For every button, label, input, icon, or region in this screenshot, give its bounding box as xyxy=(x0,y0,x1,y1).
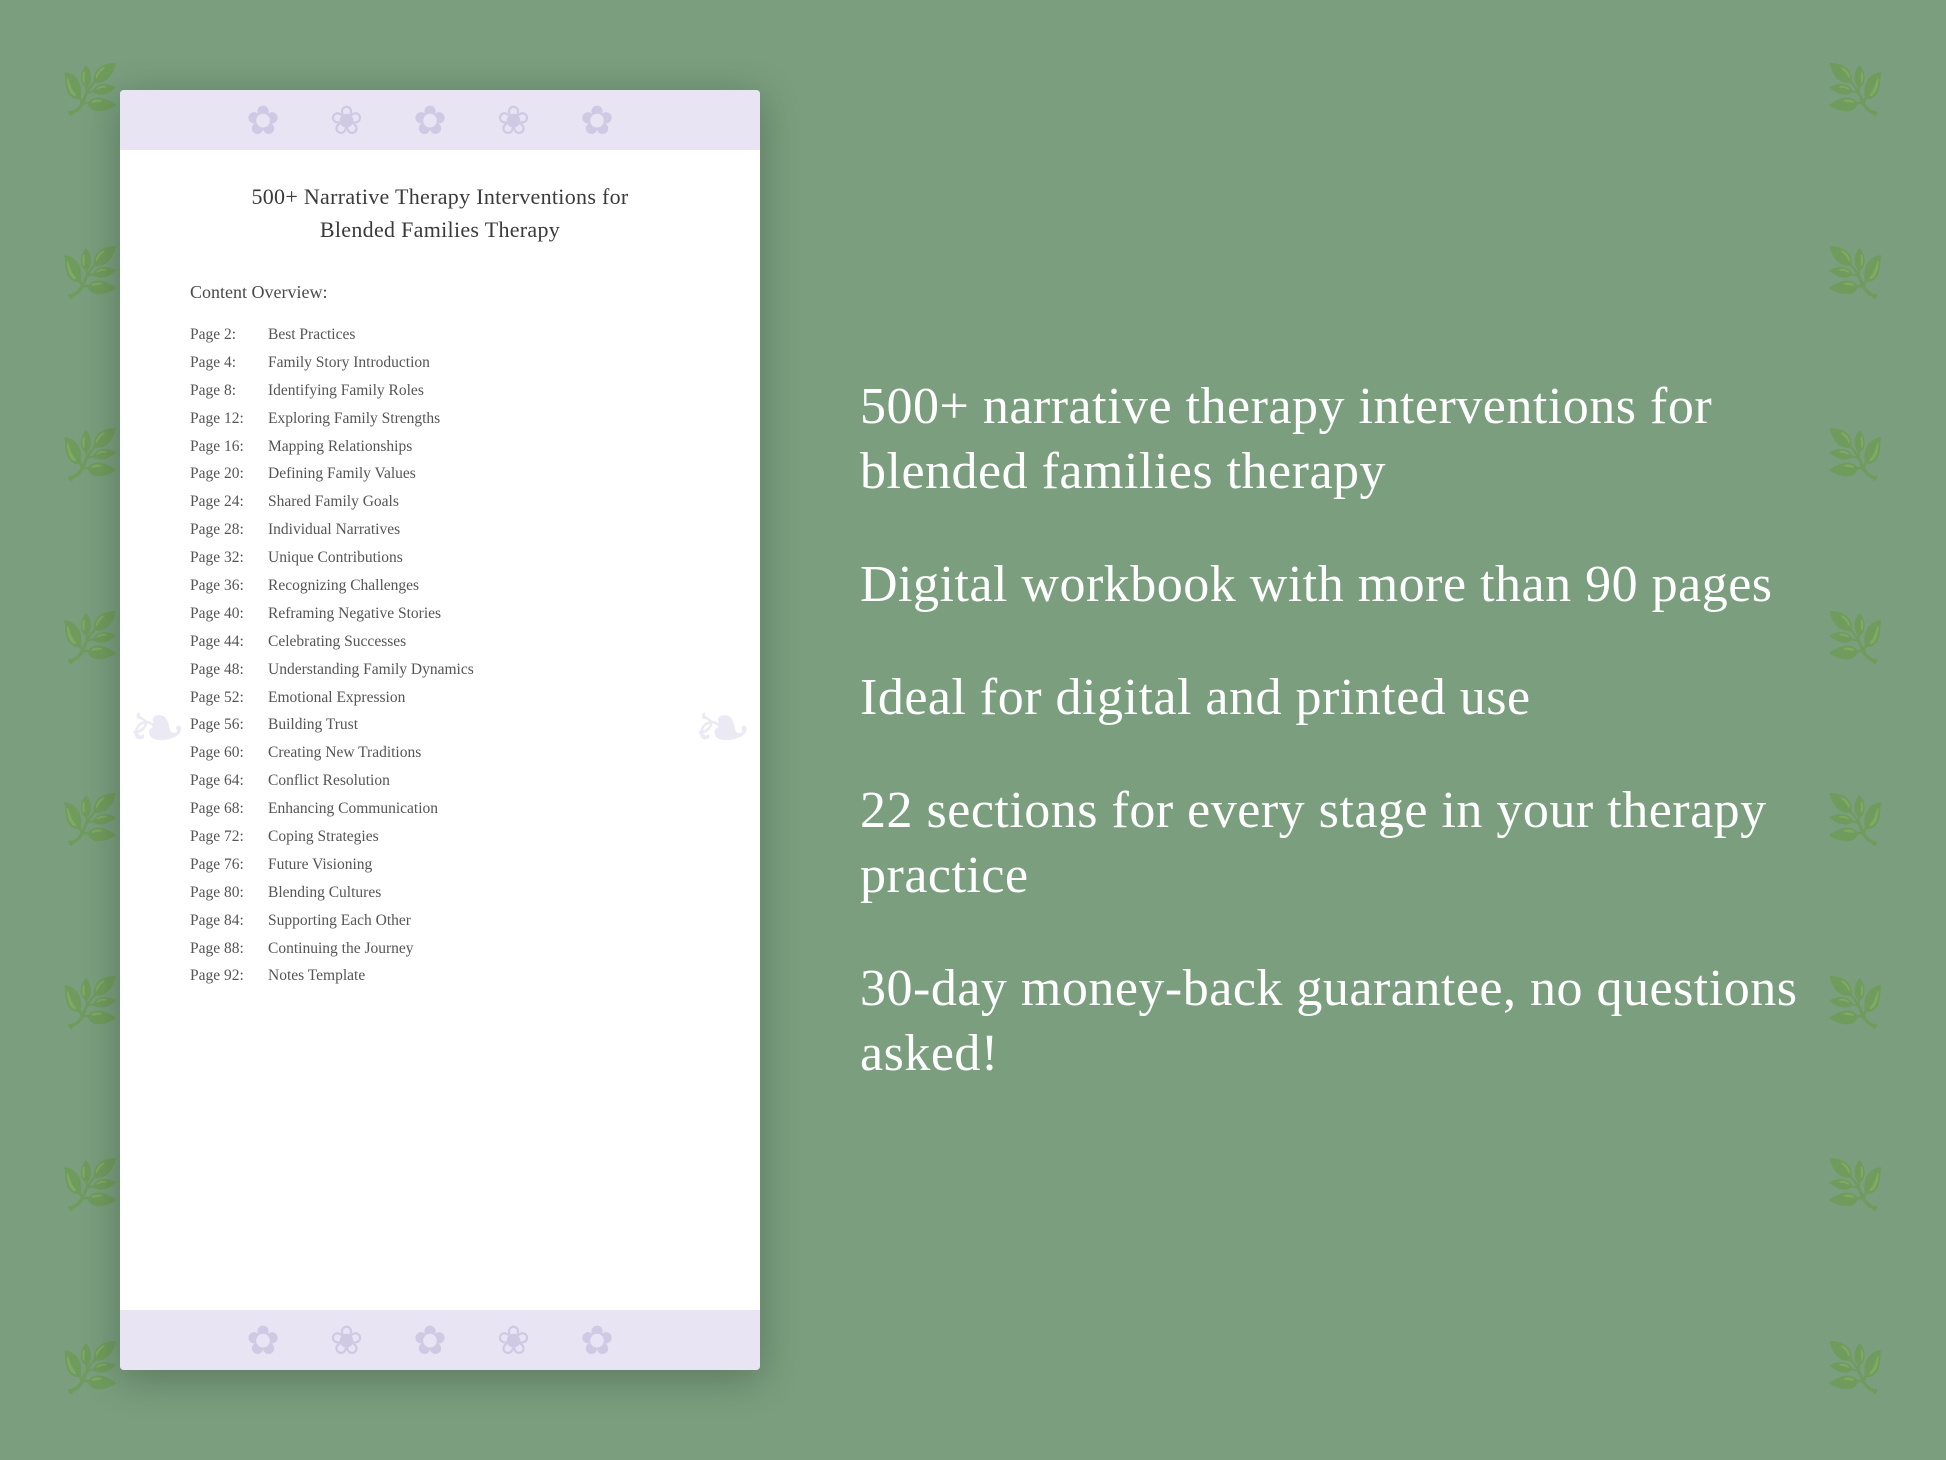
toc-section-title: Mapping Relationships xyxy=(268,433,412,461)
table-of-contents: Page 2: Best Practices Page 4: Family St… xyxy=(190,321,690,990)
main-content: ✿ ❀ ✿ ❀ ✿ ❧ ❧ 500+ Narrative Therapy Int… xyxy=(0,0,1946,1460)
table-of-contents-item: Page 48: Understanding Family Dynamics xyxy=(190,656,690,684)
toc-page-number: Page 24: xyxy=(190,488,262,516)
document-left-decoration: ❧ xyxy=(128,695,187,765)
table-of-contents-item: Page 12: Exploring Family Strengths xyxy=(190,405,690,433)
toc-section-title: Defining Family Values xyxy=(268,460,416,488)
toc-page-number: Page 36: xyxy=(190,572,262,600)
toc-section-title: Family Story Introduction xyxy=(268,349,430,377)
table-of-contents-item: Page 68: Enhancing Communication xyxy=(190,795,690,823)
table-of-contents-item: Page 40: Reframing Negative Stories xyxy=(190,600,690,628)
document-preview: ✿ ❀ ✿ ❀ ✿ ❧ ❧ 500+ Narrative Therapy Int… xyxy=(120,90,760,1370)
toc-section-title: Celebrating Successes xyxy=(268,628,406,656)
feature-item-3: Ideal for digital and printed use xyxy=(860,665,1826,730)
features-panel: 500+ narrative therapy interventions for… xyxy=(840,374,1826,1086)
toc-page-number: Page 4: xyxy=(190,349,262,377)
table-of-contents-item: Page 36: Recognizing Challenges xyxy=(190,572,690,600)
toc-page-number: Page 40: xyxy=(190,600,262,628)
toc-page-number: Page 56: xyxy=(190,711,262,739)
toc-section-title: Future Visioning xyxy=(268,851,372,879)
toc-page-number: Page 48: xyxy=(190,656,262,684)
table-of-contents-item: Page 72: Coping Strategies xyxy=(190,823,690,851)
table-of-contents-item: Page 84: Supporting Each Other xyxy=(190,907,690,935)
document-title-line1: 500+ Narrative Therapy Interventions for xyxy=(251,184,628,209)
table-of-contents-item: Page 8: Identifying Family Roles xyxy=(190,377,690,405)
table-of-contents-item: Page 2: Best Practices xyxy=(190,321,690,349)
toc-section-title: Creating New Traditions xyxy=(268,739,421,767)
table-of-contents-item: Page 52: Emotional Expression xyxy=(190,684,690,712)
toc-page-number: Page 28: xyxy=(190,516,262,544)
toc-page-number: Page 72: xyxy=(190,823,262,851)
toc-page-number: Page 84: xyxy=(190,907,262,935)
toc-page-number: Page 8: xyxy=(190,377,262,405)
toc-page-number: Page 68: xyxy=(190,795,262,823)
table-of-contents-item: Page 76: Future Visioning xyxy=(190,851,690,879)
table-of-contents-item: Page 32: Unique Contributions xyxy=(190,544,690,572)
toc-section-title: Reframing Negative Stories xyxy=(268,600,441,628)
table-of-contents-item: Page 88: Continuing the Journey xyxy=(190,935,690,963)
table-of-contents-item: Page 4: Family Story Introduction xyxy=(190,349,690,377)
mandala-bottom-decoration: ✿ ❀ ✿ ❀ ✿ xyxy=(246,1317,634,1364)
table-of-contents-item: Page 60: Creating New Traditions xyxy=(190,739,690,767)
toc-section-title: Blending Cultures xyxy=(268,879,381,907)
toc-page-number: Page 44: xyxy=(190,628,262,656)
toc-page-number: Page 12: xyxy=(190,405,262,433)
toc-section-title: Identifying Family Roles xyxy=(268,377,424,405)
toc-page-number: Page 80: xyxy=(190,879,262,907)
toc-section-title: Exploring Family Strengths xyxy=(268,405,440,433)
toc-section-title: Shared Family Goals xyxy=(268,488,399,516)
feature-item-4: 22 sections for every stage in your ther… xyxy=(860,778,1826,908)
toc-page-number: Page 64: xyxy=(190,767,262,795)
toc-section-title: Building Trust xyxy=(268,711,358,739)
toc-section-title: Individual Narratives xyxy=(268,516,400,544)
toc-section-title: Continuing the Journey xyxy=(268,935,414,963)
toc-page-number: Page 2: xyxy=(190,321,262,349)
document-bottom-border: ✿ ❀ ✿ ❀ ✿ xyxy=(120,1310,760,1370)
toc-page-number: Page 20: xyxy=(190,460,262,488)
toc-section-title: Notes Template xyxy=(268,962,365,990)
toc-section-title: Recognizing Challenges xyxy=(268,572,419,600)
document-top-border: ✿ ❀ ✿ ❀ ✿ xyxy=(120,90,760,150)
toc-section-title: Conflict Resolution xyxy=(268,767,390,795)
toc-page-number: Page 88: xyxy=(190,935,262,963)
table-of-contents-item: Page 64: Conflict Resolution xyxy=(190,767,690,795)
document-right-decoration: ❧ xyxy=(693,695,752,765)
table-of-contents-item: Page 80: Blending Cultures xyxy=(190,879,690,907)
table-of-contents-item: Page 28: Individual Narratives xyxy=(190,516,690,544)
table-of-contents-item: Page 56: Building Trust xyxy=(190,711,690,739)
table-of-contents-item: Page 44: Celebrating Successes xyxy=(190,628,690,656)
toc-section-title: Supporting Each Other xyxy=(268,907,411,935)
table-of-contents-item: Page 92: Notes Template xyxy=(190,962,690,990)
toc-section-title: Coping Strategies xyxy=(268,823,379,851)
toc-page-number: Page 76: xyxy=(190,851,262,879)
document-title-line2: Blended Families Therapy xyxy=(320,217,560,242)
toc-page-number: Page 60: xyxy=(190,739,262,767)
document-title: 500+ Narrative Therapy Interventions for… xyxy=(190,180,690,246)
feature-item-5: 30-day money-back guarantee, no question… xyxy=(860,956,1826,1086)
toc-section-title: Best Practices xyxy=(268,321,355,349)
toc-section-title: Emotional Expression xyxy=(268,684,405,712)
table-of-contents-item: Page 16: Mapping Relationships xyxy=(190,433,690,461)
toc-page-number: Page 92: xyxy=(190,962,262,990)
content-overview-label: Content Overview: xyxy=(190,282,690,303)
feature-item-2: Digital workbook with more than 90 pages xyxy=(860,552,1826,617)
toc-page-number: Page 16: xyxy=(190,433,262,461)
toc-page-number: Page 32: xyxy=(190,544,262,572)
document-content: 500+ Narrative Therapy Interventions for… xyxy=(120,150,760,1310)
feature-item-1: 500+ narrative therapy interventions for… xyxy=(860,374,1826,504)
table-of-contents-item: Page 20: Defining Family Values xyxy=(190,460,690,488)
toc-page-number: Page 52: xyxy=(190,684,262,712)
table-of-contents-item: Page 24: Shared Family Goals xyxy=(190,488,690,516)
toc-section-title: Understanding Family Dynamics xyxy=(268,656,474,684)
toc-section-title: Enhancing Communication xyxy=(268,795,438,823)
mandala-top-decoration: ✿ ❀ ✿ ❀ ✿ xyxy=(246,97,634,144)
toc-section-title: Unique Contributions xyxy=(268,544,403,572)
